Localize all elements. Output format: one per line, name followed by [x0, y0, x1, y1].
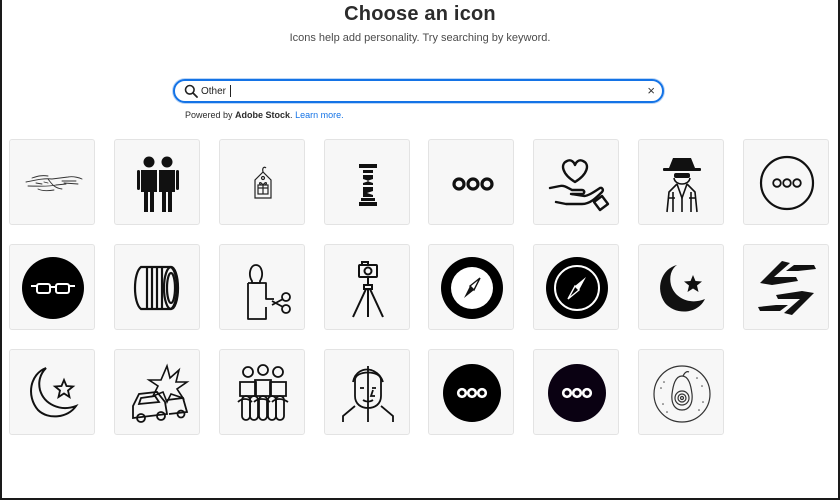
icon-tile[interactable]: [219, 349, 305, 435]
sunglasses-circle-icon: [22, 257, 84, 319]
icon-tile[interactable]: [114, 244, 200, 330]
pointing-hand-sketch-icon: [25, 175, 83, 192]
three-dots-icon: [452, 177, 494, 191]
icon-tile[interactable]: [9, 349, 95, 435]
more-circle-outline-icon: [759, 155, 815, 211]
icon-tile[interactable]: [9, 244, 95, 330]
icon-tile[interactable]: [428, 349, 514, 435]
camera-tripod-icon: [352, 261, 384, 318]
camera-lens-icon: [133, 265, 180, 311]
icon-tile[interactable]: [743, 244, 829, 330]
two-friends-icon: [137, 156, 179, 212]
icon-tile[interactable]: [533, 349, 619, 435]
crescent-star-outline-icon: [30, 367, 79, 418]
clear-search-icon[interactable]: ×: [647, 82, 655, 100]
search-box[interactable]: ×: [173, 79, 664, 103]
icon-tile[interactable]: [638, 139, 724, 225]
search-input[interactable]: [201, 83, 631, 99]
dialog-subtitle: Icons help add personality. Try searchin…: [289, 32, 551, 44]
car-crash-icon: [132, 363, 190, 423]
icon-tile[interactable]: [533, 244, 619, 330]
icon-tile[interactable]: [324, 244, 410, 330]
powered-by-line: Powered by Adobe Stock. Learn more.: [185, 110, 344, 120]
icon-tile[interactable]: [114, 349, 200, 435]
powered-brand: Adobe Stock: [235, 110, 291, 120]
icon-tile[interactable]: [9, 139, 95, 225]
search-icon: [184, 84, 198, 98]
avocado-plate-icon: [653, 365, 711, 423]
icon-tile[interactable]: [324, 139, 410, 225]
crescent-star-filled-icon: [660, 265, 705, 312]
chained-people-icon: [237, 364, 289, 421]
icon-tile[interactable]: [638, 244, 724, 330]
icon-tile[interactable]: [428, 244, 514, 330]
icon-tile[interactable]: [219, 139, 305, 225]
icon-tile[interactable]: [219, 244, 305, 330]
icon-tile[interactable]: [428, 139, 514, 225]
more-circle-dark-icon: [548, 364, 606, 422]
compass-ring-icon: [441, 257, 503, 319]
powered-prefix: Powered by: [185, 110, 236, 120]
icon-tile[interactable]: [743, 139, 829, 225]
compass-filled-icon: [546, 257, 608, 319]
icon-tile[interactable]: [324, 349, 410, 435]
more-circle-filled-icon: [443, 364, 501, 422]
text-cursor: [230, 85, 231, 97]
heart-in-hand-icon: [548, 159, 610, 212]
icon-tile[interactable]: [638, 349, 724, 435]
handshake-hands-icon: [758, 261, 816, 315]
dialog-title: Choose an icon: [344, 3, 496, 25]
icon-tile[interactable]: [533, 139, 619, 225]
split-face-icon: [342, 366, 394, 422]
column-pillar-icon: [359, 164, 377, 206]
learn-more-link[interactable]: Learn more.: [295, 110, 344, 120]
icon-tile[interactable]: [114, 139, 200, 225]
knife-cut-figure-icon: [247, 264, 291, 320]
gift-tag-icon: [254, 166, 272, 199]
spy-detective-icon: [663, 158, 701, 213]
